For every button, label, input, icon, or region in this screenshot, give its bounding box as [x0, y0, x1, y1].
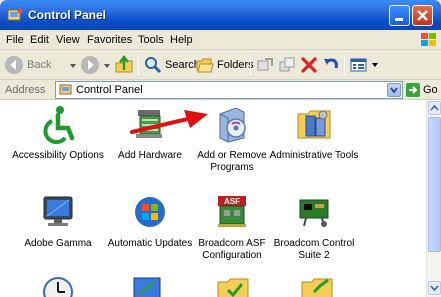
title-bar[interactable]: Control Panel: [0, 0, 441, 30]
windows-logo-icon: [421, 33, 436, 46]
folders-label: Folders: [217, 59, 254, 71]
search-label: Search: [165, 59, 200, 71]
address-field[interactable]: Control Panel: [55, 81, 403, 99]
chevron-up-icon: [430, 104, 439, 111]
copy-to-button[interactable]: [278, 53, 296, 77]
broadcom-asf-icon: ASF: [218, 196, 246, 227]
item-broadcom-control-suite-2[interactable]: Broadcom Control Suite 2: [268, 192, 360, 262]
chevron-down-icon: [430, 285, 439, 292]
scroll-down-button[interactable]: [428, 281, 441, 295]
folder-options-icon: [217, 278, 249, 297]
control-panel-small-icon: [59, 84, 72, 95]
administrative-tools-icon: [297, 110, 331, 139]
go-arrow-icon: [406, 83, 420, 97]
back-button[interactable]: Back: [4, 53, 51, 77]
display-icon: [133, 277, 161, 297]
menu-tools[interactable]: Tools: [138, 34, 164, 46]
folders-icon: [196, 58, 214, 73]
item-label: Broadcom ASF Configuration: [198, 238, 266, 261]
control-panel-icon: [7, 8, 23, 21]
forward-button[interactable]: [80, 53, 100, 77]
menu-bar: File Edit View Favorites Tools Help: [0, 30, 441, 50]
item-label: Administrative Tools: [269, 150, 359, 161]
svg-text:ASF: ASF: [224, 197, 240, 206]
adobe-gamma-icon: [43, 196, 73, 226]
back-dropdown-icon[interactable]: [70, 64, 76, 68]
views-dropdown-icon: [372, 63, 378, 67]
broadcom-control-suite-icon: [299, 199, 329, 227]
item-adobe-gamma[interactable]: Adobe Gamma: [12, 192, 104, 250]
scroll-thumb[interactable]: [428, 117, 441, 252]
toolbar-separator: [250, 55, 251, 75]
item-administrative-tools[interactable]: Administrative Tools: [268, 104, 360, 162]
item-label: Automatic Updates: [107, 238, 193, 249]
forward-arrow-icon: [81, 56, 99, 74]
undo-button[interactable]: [322, 53, 340, 77]
vertical-scrollbar[interactable]: [426, 100, 441, 297]
go-label: Go: [423, 84, 438, 96]
up-folder-icon: [115, 55, 133, 73]
address-bar: Address Control Panel Go: [0, 80, 441, 100]
move-to-button[interactable]: [256, 53, 274, 77]
item-label: Accessibility Options: [12, 150, 104, 161]
item-automatic-updates[interactable]: Automatic Updates: [104, 192, 196, 250]
folders-button[interactable]: Folders: [196, 53, 254, 77]
go-button[interactable]: Go: [406, 82, 440, 98]
move-to-icon: [257, 58, 273, 71]
close-icon: [417, 10, 428, 21]
views-button[interactable]: [350, 53, 378, 77]
undo-icon: [324, 58, 338, 69]
menu-file[interactable]: File: [6, 34, 24, 46]
delete-icon: [301, 57, 317, 73]
delete-button[interactable]: [300, 53, 318, 77]
address-value: Control Panel: [76, 84, 143, 96]
menu-favorites[interactable]: Favorites: [87, 34, 132, 46]
highlight-arrow-icon: [130, 110, 208, 134]
search-button[interactable]: Search: [144, 53, 200, 77]
address-label: Address: [5, 84, 46, 96]
item-label: Add Hardware: [118, 150, 182, 161]
minimize-icon: [395, 18, 403, 21]
address-dropdown-button[interactable]: [387, 83, 401, 97]
back-arrow-icon: [5, 56, 23, 74]
search-icon: [145, 57, 162, 74]
toolbar: Back Search Folders: [0, 50, 441, 80]
date-time-icon: [43, 277, 73, 297]
window-title: Control Panel: [28, 8, 107, 22]
toolbar-separator: [344, 55, 345, 75]
views-icon: [350, 58, 367, 72]
up-folder-button[interactable]: [114, 53, 134, 77]
item-broadcom-asf-configuration[interactable]: ASF Broadcom ASF Configuration: [186, 192, 278, 262]
copy-to-icon: [279, 57, 295, 72]
item-label: Add or Remove Programs: [197, 150, 267, 173]
accessibility-icon: [43, 106, 75, 144]
back-label: Back: [27, 59, 52, 71]
menu-edit[interactable]: Edit: [30, 34, 49, 46]
control-panel-content: Accessibility Options Add Hardware Add o…: [0, 100, 426, 297]
item-accessibility-options[interactable]: Accessibility Options: [12, 104, 104, 162]
fonts-icon: [301, 278, 333, 297]
forward-dropdown-icon[interactable]: [104, 64, 110, 68]
menu-help[interactable]: Help: [170, 34, 193, 46]
control-panel-window: Control Panel File Edit View Favorites T…: [0, 0, 441, 297]
item-label: Adobe Gamma: [24, 238, 92, 249]
scroll-up-button[interactable]: [428, 101, 441, 115]
toolbar-separator: [138, 55, 139, 75]
item-label: Broadcom Control Suite 2: [273, 238, 355, 261]
chevron-down-icon: [390, 87, 398, 94]
add-remove-programs-icon: [219, 107, 246, 143]
close-button[interactable]: [412, 5, 433, 26]
minimize-button[interactable]: [389, 5, 410, 26]
automatic-updates-icon: [135, 197, 165, 227]
menu-view[interactable]: View: [56, 34, 80, 46]
